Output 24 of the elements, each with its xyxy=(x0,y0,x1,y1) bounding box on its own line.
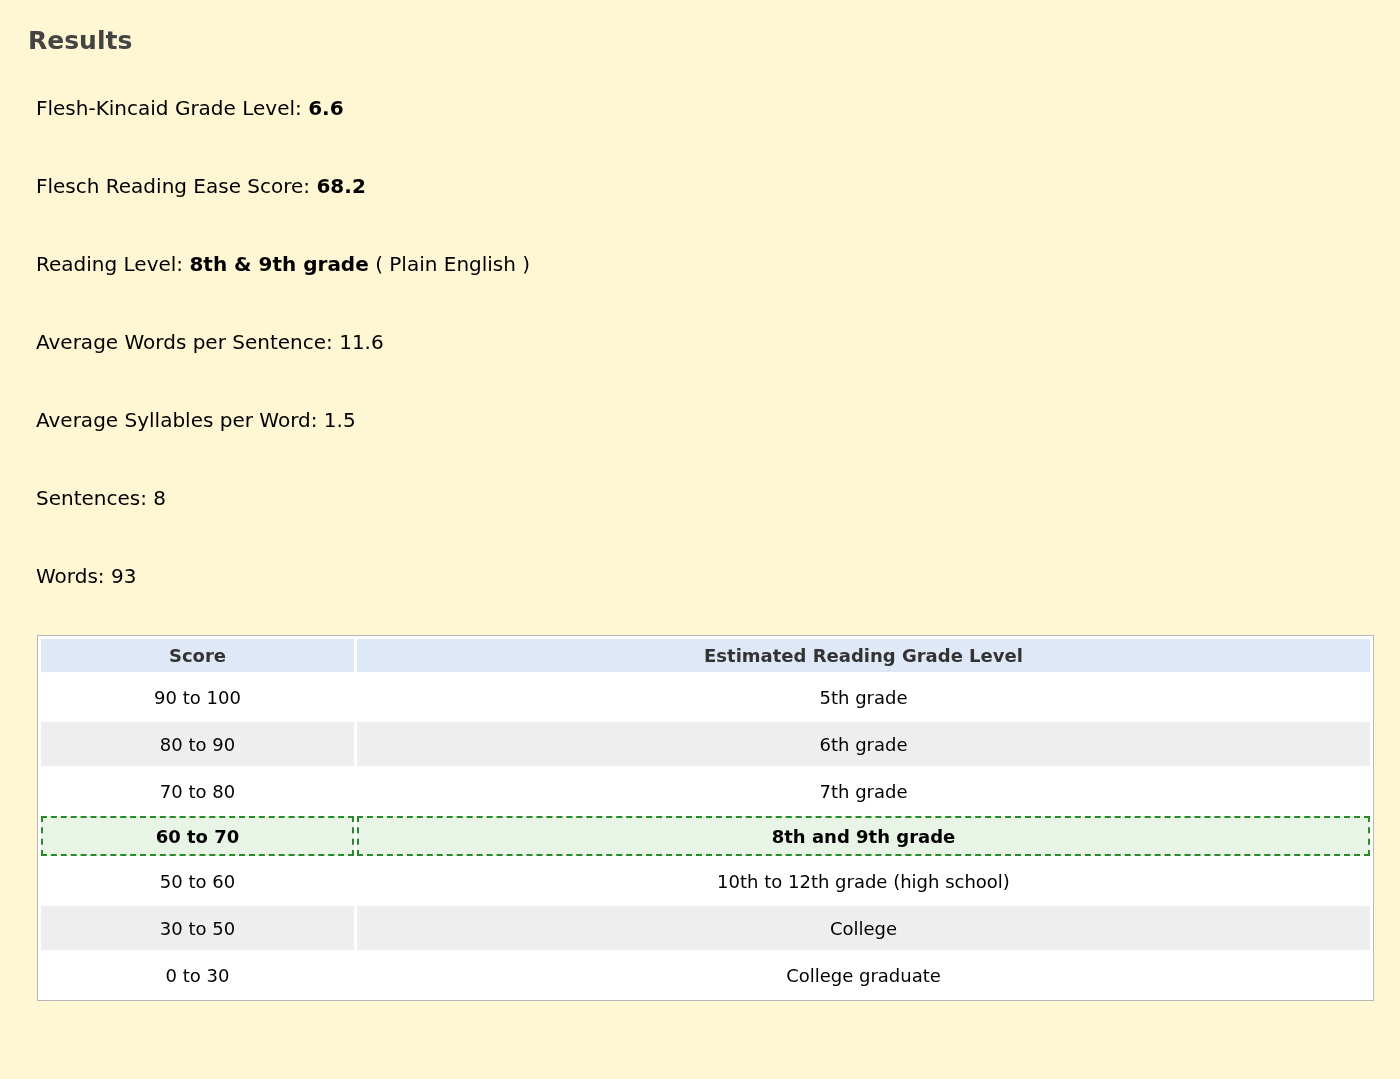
stat-line: Average Syllables per Word: 1.5 xyxy=(36,407,357,433)
table-cell: 6th grade xyxy=(357,722,1370,766)
table-cell-text: 50 to 60 xyxy=(158,869,237,894)
stat-line: Words: 93 xyxy=(36,563,138,589)
table-cell-text: 7th grade xyxy=(818,779,909,804)
table-cell: 30 to 50 xyxy=(41,906,354,950)
table-cell-text: 0 to 30 xyxy=(164,963,231,988)
column-header: Score xyxy=(41,639,354,672)
table-cell-text: 10th to 12th grade (high school) xyxy=(716,869,1011,894)
table-cell-text: College graduate xyxy=(785,963,942,988)
table-cell: 8th and 9th grade xyxy=(357,816,1370,856)
column-header: Estimated Reading Grade Level xyxy=(357,639,1370,672)
table-cell: 80 to 90 xyxy=(41,722,354,766)
table-cell-text: 5th grade xyxy=(818,685,909,710)
stat-line: Flesh-Kincaid Grade Level: 6.6 xyxy=(36,95,345,121)
stat-line: Average Words per Sentence: 11.6 xyxy=(36,329,385,355)
results-heading: Results xyxy=(28,26,134,55)
table-cell-text: 90 to 100 xyxy=(153,685,242,710)
stat-line: Sentences: 8 xyxy=(36,485,168,511)
table-cell-text: 70 to 80 xyxy=(158,779,237,804)
stat-line: Flesch Reading Ease Score: 68.2 xyxy=(36,173,367,199)
stat-line: Reading Level: 8th & 9th grade ( Plain English ) xyxy=(36,251,532,277)
table-cell: College xyxy=(357,906,1370,950)
table-cell: 60 to 70 xyxy=(41,816,354,856)
